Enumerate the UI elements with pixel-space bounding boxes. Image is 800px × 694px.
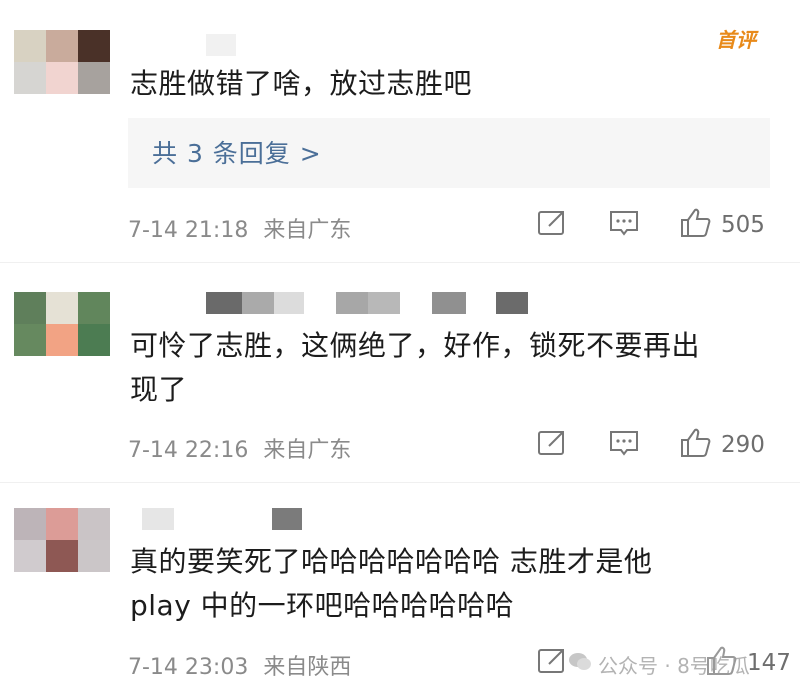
repost-icon[interactable] xyxy=(535,426,569,464)
comment-line: 现了 xyxy=(130,373,188,406)
comment-time: 7-14 21:18 xyxy=(128,218,249,243)
username-pixelated xyxy=(274,292,304,314)
view-replies-link[interactable]: 共 3 条回复 > xyxy=(152,134,322,170)
divider xyxy=(0,262,800,263)
comment-meta: 7-14 21:18 来自广东 xyxy=(128,212,351,244)
username-pixelated xyxy=(368,292,400,314)
comment-time: 7-14 23:03 xyxy=(128,655,249,680)
divider xyxy=(0,482,800,483)
comment-text: 志胜做错了啥，放过志胜吧 xyxy=(130,67,473,100)
comment-text: 真的要笑死了哈哈哈哈哈哈哈 志胜才是他 play 中的一环吧哈哈哈哈哈哈 xyxy=(130,540,652,628)
thumbs-up-icon[interactable] xyxy=(679,206,713,244)
comment-location: 来自广东 xyxy=(263,218,352,243)
like-count: 505 xyxy=(721,212,765,238)
watermark-text: 公众号 · 8号吃瓜 xyxy=(598,654,750,678)
comment-line: play 中的一环吧哈哈哈哈哈哈 xyxy=(130,589,515,622)
repost-icon[interactable] xyxy=(535,206,569,244)
username-pixelated xyxy=(432,292,466,314)
username-pixelated xyxy=(336,292,368,314)
watermark: 公众号 · 8号吃瓜 xyxy=(568,650,750,679)
username-pixelated xyxy=(272,508,302,530)
avatar[interactable] xyxy=(14,292,110,356)
username-pixelated[interactable] xyxy=(206,292,242,314)
like-count: 147 xyxy=(747,650,791,676)
comment-icon[interactable] xyxy=(607,426,641,464)
comment-time: 7-14 22:16 xyxy=(128,438,249,463)
username-pixelated[interactable] xyxy=(142,508,174,530)
comment-actions: 505 xyxy=(535,206,765,244)
repost-icon[interactable] xyxy=(535,644,569,682)
username-pixelated xyxy=(496,292,528,314)
username-pixelated xyxy=(242,292,274,314)
comment-actions: 290 xyxy=(535,426,765,464)
wechat-icon xyxy=(568,651,592,678)
first-comment-badge: 首评 xyxy=(716,28,756,52)
comment-meta: 7-14 23:03 来自陕西 xyxy=(128,649,351,681)
thumbs-up-icon[interactable] xyxy=(679,426,713,464)
avatar[interactable] xyxy=(14,30,110,94)
comment-meta: 7-14 22:16 来自广东 xyxy=(128,432,351,464)
avatar[interactable] xyxy=(14,508,110,572)
comment-icon[interactable] xyxy=(607,206,641,244)
comment-line: 可怜了志胜，这俩绝了，好作，锁死不要再出 xyxy=(130,329,701,362)
comment-line: 真的要笑死了哈哈哈哈哈哈哈 志胜才是他 xyxy=(130,545,653,578)
username-pixelated[interactable] xyxy=(206,34,236,56)
reply-box[interactable]: 共 3 条回复 > xyxy=(128,118,770,188)
comment-location: 来自广东 xyxy=(263,438,352,463)
comment-text: 可怜了志胜，这俩绝了，好作，锁死不要再出 现了 xyxy=(130,324,700,412)
like-count: 290 xyxy=(721,432,765,458)
comment-location: 来自陕西 xyxy=(263,655,352,680)
